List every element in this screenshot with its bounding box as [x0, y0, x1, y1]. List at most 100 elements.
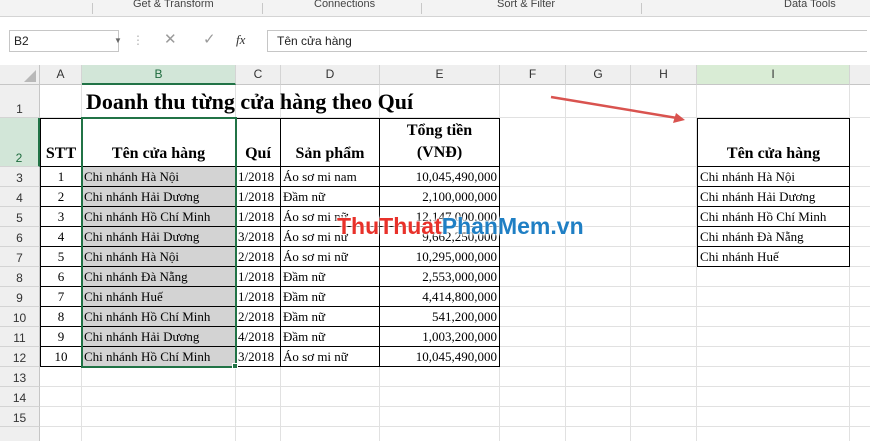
row-header-4[interactable]: 4 — [0, 187, 40, 207]
store-cell[interactable]: Chi nhánh Huế — [82, 287, 236, 307]
row-header-7[interactable]: 7 — [0, 247, 40, 267]
quarter-cell[interactable]: 1/2018 — [236, 287, 281, 307]
quarter-cell[interactable]: 1/2018 — [236, 187, 281, 207]
row-header-1[interactable]: 1 — [0, 85, 40, 118]
product-cell[interactable]: Áo sơ mi nữ — [281, 347, 380, 367]
store-cell[interactable]: Chi nhánh Hải Dương — [82, 187, 236, 207]
header-stt[interactable]: STT — [40, 118, 82, 167]
stt-cell[interactable]: 7 — [40, 287, 82, 307]
ribbon-separator — [421, 3, 422, 14]
column-header-c[interactable]: C — [236, 65, 281, 85]
stt-cell[interactable]: 1 — [40, 167, 82, 187]
row-header-15[interactable]: 15 — [0, 407, 40, 427]
row-header-11[interactable]: 11 — [0, 327, 40, 347]
stt-cell[interactable]: 5 — [40, 247, 82, 267]
header-store[interactable]: Tên cửa hàng — [82, 118, 236, 167]
select-all-corner[interactable] — [0, 65, 40, 85]
formula-input[interactable]: Tên cửa hàng — [267, 30, 867, 52]
stt-cell[interactable]: 2 — [40, 187, 82, 207]
quarter-cell[interactable]: 1/2018 — [236, 207, 281, 227]
total-cell[interactable]: 541,200,000 — [380, 307, 500, 327]
row-header-14[interactable]: 14 — [0, 387, 40, 407]
fill-handle[interactable] — [232, 363, 238, 369]
stt-cell[interactable]: 8 — [40, 307, 82, 327]
store-cell[interactable]: Chi nhánh Hồ Chí Minh — [82, 347, 236, 367]
column-header-d[interactable]: D — [281, 65, 380, 85]
row-header-8[interactable]: 8 — [0, 267, 40, 287]
stt-cell[interactable]: 3 — [40, 207, 82, 227]
store-cell[interactable]: Chi nhánh Hồ Chí Minh — [82, 307, 236, 327]
column-header-i[interactable]: I — [697, 65, 850, 85]
store-cell[interactable]: Chi nhánh Hà Nội — [82, 167, 236, 187]
store-cell[interactable]: Chi nhánh Hải Dương — [82, 227, 236, 247]
stt-cell[interactable]: 9 — [40, 327, 82, 347]
name-box[interactable]: B2 ▼ — [9, 30, 122, 52]
unique-store-cell[interactable]: Chi nhánh Hà Nội — [697, 167, 850, 187]
column-header-f[interactable]: F — [500, 65, 566, 85]
unique-store-cell[interactable]: Chi nhánh Huế — [697, 247, 850, 267]
store-cell[interactable]: Chi nhánh Hồ Chí Minh — [82, 207, 236, 227]
header-total[interactable]: Tổng tiền (VNĐ) — [380, 118, 500, 167]
quarter-cell[interactable]: 2/2018 — [236, 307, 281, 327]
product-cell[interactable]: Áo sơ mi nam — [281, 167, 380, 187]
stt-cell[interactable]: 10 — [40, 347, 82, 367]
product-cell[interactable]: Đầm nữ — [281, 327, 380, 347]
column-header-b[interactable]: B — [82, 65, 236, 85]
header-quarter[interactable]: Quí — [236, 118, 281, 167]
product-cell[interactable]: Đầm nữ — [281, 187, 380, 207]
column-header-j[interactable] — [850, 65, 870, 85]
total-cell[interactable]: 4,414,800,000 — [380, 287, 500, 307]
stt-cell[interactable]: 6 — [40, 267, 82, 287]
row-header-2[interactable]: 2 — [0, 118, 40, 167]
enter-check-icon[interactable]: ✓ — [203, 30, 216, 50]
quarter-cell[interactable]: 1/2018 — [236, 167, 281, 187]
product-cell[interactable]: Đầm nữ — [281, 267, 380, 287]
drag-handle-icon[interactable]: ⋮ — [132, 30, 144, 50]
stt-cell[interactable]: 4 — [40, 227, 82, 247]
store-cell[interactable]: Chi nhánh Đà Nẵng — [82, 267, 236, 287]
total-cell[interactable]: 2,553,000,000 — [380, 267, 500, 287]
unique-list-header[interactable]: Tên cửa hàng — [697, 118, 850, 167]
product-cell[interactable]: Đầm nữ — [281, 307, 380, 327]
row-header-6[interactable]: 6 — [0, 227, 40, 247]
unique-store-cell[interactable]: Chi nhánh Đà Nẵng — [697, 227, 850, 247]
row-header-9[interactable]: 9 — [0, 287, 40, 307]
total-cell[interactable]: 10,045,490,000 — [380, 167, 500, 187]
quarter-cell[interactable]: 2/2018 — [236, 247, 281, 267]
product-cell[interactable]: Đầm nữ — [281, 287, 380, 307]
total-cell[interactable]: 10,295,000,000 — [380, 247, 500, 267]
ribbon-group-connections[interactable]: Connections — [314, 0, 375, 10]
unique-store-cell[interactable]: Chi nhánh Hồ Chí Minh — [697, 207, 850, 227]
ribbon-group-sort-filter[interactable]: Sort & Filter — [497, 0, 555, 10]
row-header-16[interactable] — [0, 427, 40, 441]
insert-function-icon[interactable]: fx — [236, 30, 245, 50]
column-header-g[interactable]: G — [566, 65, 631, 85]
store-cell[interactable]: Chi nhánh Hà Nội — [82, 247, 236, 267]
row-header-10[interactable]: 10 — [0, 307, 40, 327]
column-header-h[interactable]: H — [631, 65, 697, 85]
row-header-13[interactable]: 13 — [0, 367, 40, 387]
unique-store-cell[interactable]: Chi nhánh Hải Dương — [697, 187, 850, 207]
cancel-icon[interactable]: ✕ — [164, 30, 177, 50]
row-header-5[interactable]: 5 — [0, 207, 40, 227]
quarter-cell[interactable]: 3/2018 — [236, 227, 281, 247]
total-cell[interactable]: 2,100,000,000 — [380, 187, 500, 207]
gridline-horizontal — [40, 406, 870, 407]
header-product[interactable]: Sản phẩm — [281, 118, 380, 167]
quarter-cell[interactable]: 4/2018 — [236, 327, 281, 347]
total-cell[interactable]: 10,045,490,000 — [380, 347, 500, 367]
quarter-cell[interactable]: 3/2018 — [236, 347, 281, 367]
ribbon-group-get-transform[interactable]: Get & Transform — [133, 0, 214, 10]
row-header-12[interactable]: 12 — [0, 347, 40, 367]
quarter-cell[interactable]: 1/2018 — [236, 267, 281, 287]
product-cell[interactable]: Áo sơ mi nữ — [281, 247, 380, 267]
name-box-dropdown-icon[interactable]: ▼ — [114, 31, 122, 51]
store-cell[interactable]: Chi nhánh Hải Dương — [82, 327, 236, 347]
sheet-title[interactable]: Doanh thu từng cửa hàng theo Quí — [86, 85, 506, 118]
total-cell[interactable]: 1,003,200,000 — [380, 327, 500, 347]
column-header-e[interactable]: E — [380, 65, 500, 85]
ribbon-group-data-tools[interactable]: Data Tools — [784, 0, 836, 10]
worksheet-grid[interactable]: A B C D E F G H I 1 2 3 4 5 6 7 8 9 10 1… — [0, 65, 870, 441]
column-header-a[interactable]: A — [40, 65, 82, 85]
row-header-3[interactable]: 3 — [0, 167, 40, 187]
